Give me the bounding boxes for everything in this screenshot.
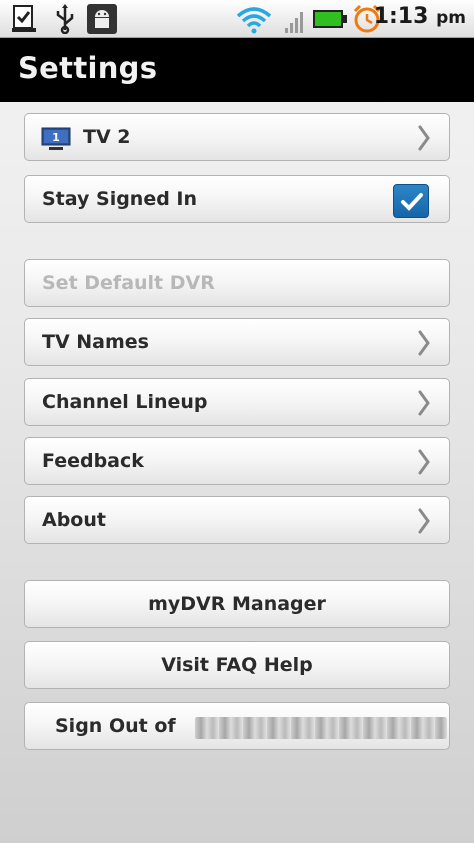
page-title: Settings (18, 51, 158, 85)
feedback-row[interactable]: Feedback (24, 437, 450, 485)
android-debug-icon (87, 4, 117, 34)
mydvr-manager-button[interactable]: myDVR Manager (24, 580, 450, 628)
chevron-right-icon (418, 330, 430, 356)
visit-faq-help-label: Visit FAQ Help (161, 654, 313, 676)
chevron-right-icon (418, 125, 430, 151)
usb-icon (56, 4, 74, 34)
battery-icon (313, 10, 347, 28)
about-row[interactable]: About (24, 496, 450, 544)
notification-check-icon (12, 5, 36, 32)
redacted-account-name (195, 717, 447, 739)
title-bar: Settings (0, 38, 474, 102)
sign-out-label: Sign Out of (55, 715, 176, 737)
checkmark-icon (401, 193, 423, 211)
about-label: About (42, 509, 106, 531)
channel-lineup-row[interactable]: Channel Lineup (24, 378, 450, 426)
wifi-icon (236, 7, 272, 34)
status-time: 1:13 pm (373, 4, 466, 29)
stay-signed-in-row[interactable]: Stay Signed In (24, 175, 450, 223)
feedback-label: Feedback (42, 450, 144, 472)
chevron-right-icon (418, 390, 430, 416)
status-bar: 1:13 pm (0, 0, 474, 38)
svg-text:1: 1 (52, 131, 60, 144)
set-default-dvr-row[interactable]: Set Default DVR (24, 259, 450, 307)
mydvr-manager-label: myDVR Manager (148, 593, 326, 615)
tv-names-row[interactable]: TV Names (24, 318, 450, 366)
set-default-dvr-label: Set Default DVR (42, 272, 215, 294)
channel-lineup-label: Channel Lineup (42, 391, 208, 413)
stay-signed-in-label: Stay Signed In (42, 188, 198, 210)
chevron-right-icon (418, 449, 430, 475)
tv-names-label: TV Names (42, 331, 149, 353)
visit-faq-help-button[interactable]: Visit FAQ Help (24, 641, 450, 689)
signal-icon (285, 12, 303, 33)
tv-selector-row[interactable]: 1 TV 2 (24, 113, 450, 161)
sign-out-button[interactable]: Sign Out of (24, 702, 450, 750)
stay-signed-in-checkbox[interactable] (393, 184, 429, 218)
chevron-right-icon (418, 508, 430, 534)
tv-selector-label: TV 2 (83, 126, 131, 148)
tv-icon: 1 (41, 127, 71, 150)
